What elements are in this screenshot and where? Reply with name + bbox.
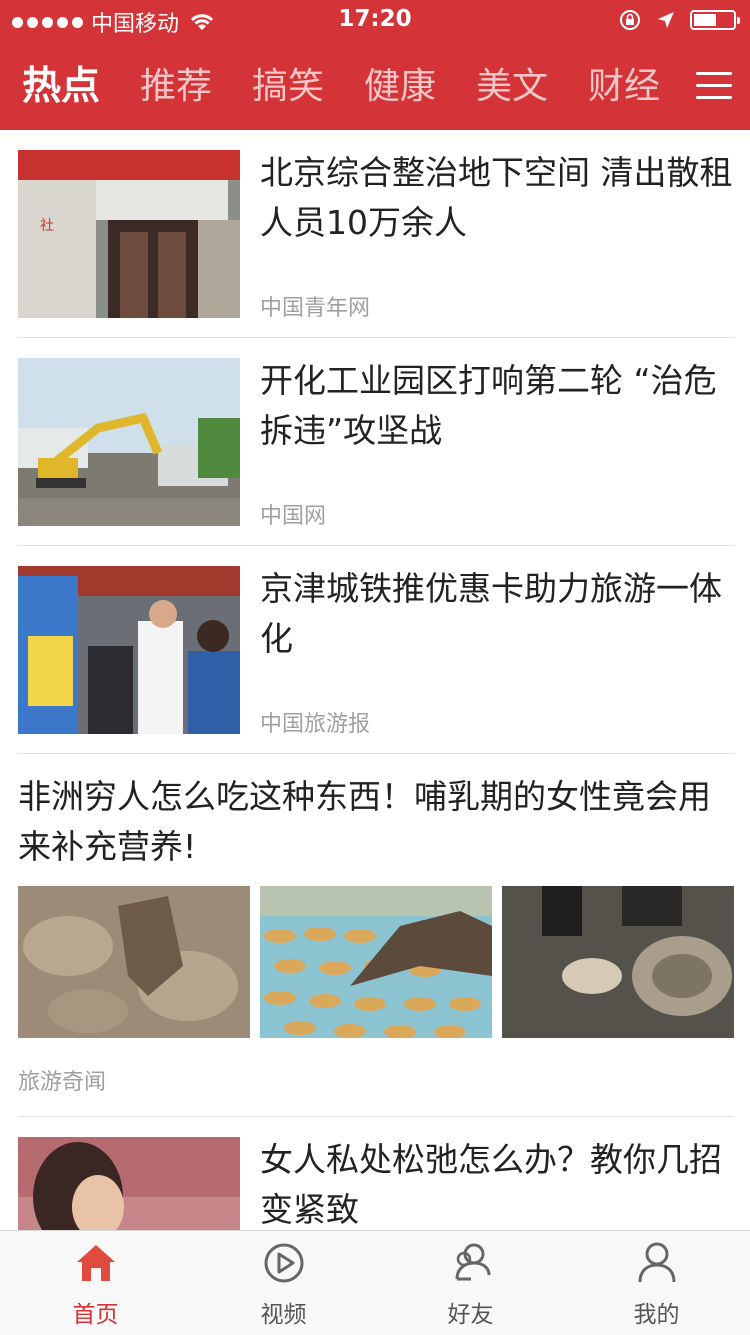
news-title[interactable]: 女人私处松弛怎么办？教你几招变紧致 (260, 1135, 734, 1230)
tab-label: 首页 (72, 1302, 119, 1328)
tab-label: 视频 (260, 1302, 307, 1328)
gallery-image (502, 886, 734, 1038)
tab-essay[interactable]: 美文 (476, 58, 548, 116)
gallery-image (18, 886, 250, 1038)
category-nav: 热点 推荐 搞笑 健康 美文 财经 (0, 58, 750, 116)
news-thumbnail: 社 (18, 150, 240, 318)
news-title[interactable]: 北京综合整治地下空间 清出散租人员10万余人 (260, 148, 734, 248)
news-item[interactable]: 女人私处松弛怎么办？教你几招变紧致 (18, 1117, 734, 1230)
news-thumbnail (18, 1137, 240, 1230)
news-source: 中国旅游报 (260, 712, 371, 737)
tab-label: 我的 (633, 1302, 680, 1328)
bottom-tab-bar: 首页 视频 好友 我的 (0, 1230, 750, 1335)
news-source: 中国青年网 (260, 296, 371, 321)
friends-icon (455, 1243, 490, 1281)
news-thumbnail (18, 566, 240, 734)
tab-funny[interactable]: 搞笑 (252, 58, 324, 116)
svg-text:社: 社 (40, 218, 54, 234)
location-arrow-icon (658, 12, 674, 28)
tab-mine[interactable]: 我的 (563, 1231, 750, 1335)
tab-finance[interactable]: 财经 (588, 58, 660, 116)
status-bar: 中国移动 17:20 (0, 0, 750, 40)
news-thumbnail (18, 358, 240, 526)
tab-health[interactable]: 健康 (364, 58, 436, 116)
tab-label: 好友 (447, 1302, 494, 1328)
news-source: 中国网 (260, 504, 327, 529)
news-feed[interactable]: 社 北京综合整治地下空间 清出散租人员10万余人 中国青年网 开化工业园区打响第… (0, 130, 750, 1230)
news-title[interactable]: 非洲穷人怎么吃这种东西！哺乳期的女性竟会用来补充营养! (18, 772, 734, 872)
gallery-image (260, 886, 492, 1038)
play-icon (264, 1243, 303, 1283)
tab-home[interactable]: 首页 (2, 1231, 189, 1335)
news-source: 旅游奇闻 (18, 1070, 107, 1095)
home-icon (76, 1245, 115, 1281)
news-title[interactable]: 京津城铁推优惠卡助力旅游一体化 (260, 564, 734, 664)
battery-icon (690, 10, 740, 30)
menu-icon[interactable] (696, 68, 732, 104)
tab-friends[interactable]: 好友 (377, 1231, 564, 1335)
user-icon (638, 1242, 675, 1283)
tab-recommend[interactable]: 推荐 (140, 58, 212, 116)
news-title[interactable]: 开化工业园区打响第二轮 “治危拆违”攻坚战 (260, 356, 734, 456)
news-item[interactable]: 社 北京综合整治地下空间 清出散租人员10万余人 中国青年网 (18, 130, 734, 338)
news-item[interactable]: 京津城铁推优惠卡助力旅游一体化 中国旅游报 (18, 546, 734, 754)
rotation-lock-icon (620, 10, 640, 30)
status-right (618, 8, 740, 32)
header-bar: 中国移动 17:20 热点 推荐 搞笑 健康 美文 财经 (0, 0, 750, 130)
tab-video[interactable]: 视频 (190, 1231, 377, 1335)
news-item[interactable]: 开化工业园区打响第二轮 “治危拆违”攻坚战 中国网 (18, 338, 734, 546)
tab-hot[interactable]: 热点 (22, 58, 100, 116)
news-item-gallery[interactable]: 非洲穷人怎么吃这种东西！哺乳期的女性竟会用来补充营养! 旅游奇闻 (18, 754, 734, 1117)
